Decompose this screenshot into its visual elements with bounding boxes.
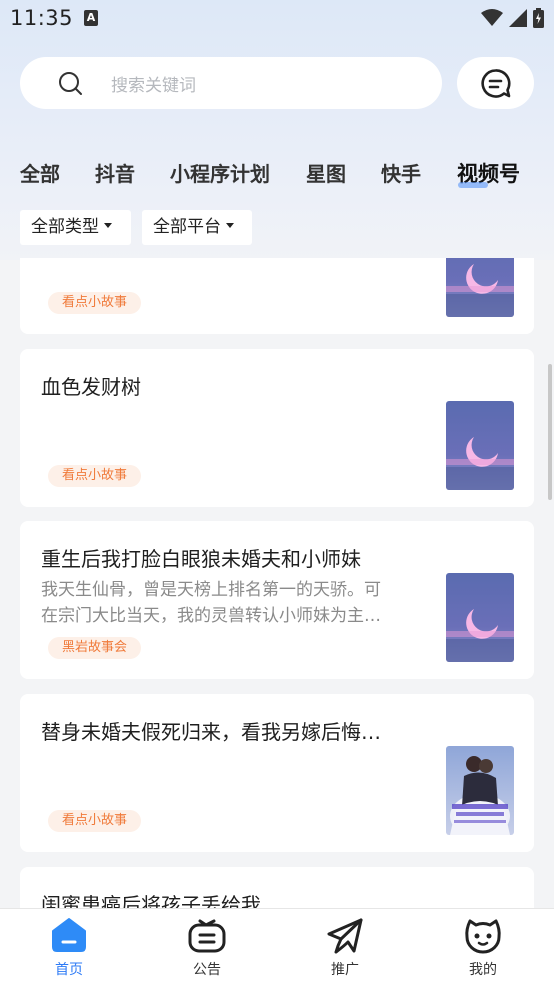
nav-home[interactable]: 首页: [0, 909, 138, 985]
profile-icon: [465, 919, 501, 954]
drama-list[interactable]: 看点小故事 血色发财树 看点小故事 重生后我打脸白眼狼未婚夫和小师妹 我天生仙骨…: [0, 258, 554, 908]
drama-title: 闺蜜患癌后将孩子丢给我: [41, 893, 261, 908]
type-filter-dropdown[interactable]: 全部类型: [20, 210, 131, 245]
drama-title: 重生后我打脸白眼狼未婚夫和小师妹: [41, 547, 361, 571]
list-item[interactable]: 看点小故事: [20, 258, 534, 334]
type-filter-label: 全部类型: [31, 217, 99, 237]
cover-image: [446, 573, 514, 662]
nav-announcement[interactable]: 公告: [138, 909, 276, 985]
search-placeholder: 搜索关键词: [111, 76, 196, 96]
caret-down-icon: [104, 222, 112, 228]
home-icon: [52, 918, 86, 952]
status-icons: [481, 8, 544, 28]
drama-title: 血色发财树: [41, 375, 141, 399]
status-bar: 11:35 A: [0, 0, 554, 38]
source-tag: 看点小故事: [48, 292, 142, 314]
source-tag: 看点小故事: [48, 810, 142, 832]
promote-icon: [327, 918, 363, 954]
search-input[interactable]: 搜索关键词: [20, 57, 442, 109]
nav-announcement-label: 公告: [193, 962, 221, 978]
battery-icon: [533, 8, 544, 28]
cover-image: [446, 258, 514, 317]
message-button[interactable]: [457, 57, 534, 109]
list-item[interactable]: 替身未婚夫假死归来，看我另嫁后悔… 看点小故事: [20, 694, 534, 852]
nav-promote[interactable]: 推广: [276, 909, 414, 985]
description-line: 我天生仙骨，曾是天榜上排名第一的天骄。可: [41, 580, 381, 600]
tab-mini-program[interactable]: 小程序计划: [170, 158, 270, 187]
platform-filter-label: 全部平台: [153, 217, 221, 237]
nav-promote-label: 推广: [331, 962, 359, 978]
bottom-navigation: 首页 公告 推广 我的: [0, 908, 554, 985]
nav-profile-label: 我的: [469, 962, 497, 978]
list-item[interactable]: 重生后我打脸白眼狼未婚夫和小师妹 我天生仙骨，曾是天榜上排名第一的天骄。可 在宗…: [20, 521, 534, 679]
scrollbar[interactable]: [548, 364, 552, 500]
list-item[interactable]: 闺蜜患癌后将孩子丢给我: [20, 867, 534, 908]
platform-filter-dropdown[interactable]: 全部平台: [142, 210, 252, 245]
drama-description: 我天生仙骨，曾是天榜上排名第一的天骄。可 在宗门大比当天，我的灵兽转认小师妹为主…: [41, 577, 413, 629]
tab-all[interactable]: 全部: [20, 158, 60, 187]
tab-xingtu[interactable]: 星图: [306, 158, 346, 187]
caret-down-icon: [226, 222, 234, 228]
announcement-icon: [188, 919, 226, 953]
cover-image: [446, 746, 514, 835]
description-line: 在宗门大比当天，我的灵兽转认小师妹为主…: [41, 606, 381, 626]
chat-bubble-icon: [481, 69, 511, 98]
cell-signal-icon: [509, 9, 527, 27]
source-tag: 看点小故事: [48, 465, 142, 487]
search-icon: [59, 72, 82, 95]
tab-kuaishou[interactable]: 快手: [381, 158, 421, 187]
drama-title: 替身未婚夫假死归来，看我另嫁后悔…: [41, 720, 381, 744]
tab-douyin[interactable]: 抖音: [95, 158, 135, 187]
list-item[interactable]: 血色发财树 看点小故事: [20, 349, 534, 507]
notification-app-icon: A: [84, 10, 98, 26]
cover-image: [446, 401, 514, 490]
active-tab-indicator: [458, 182, 488, 188]
nav-profile[interactable]: 我的: [414, 909, 552, 985]
source-tag: 黑岩故事会: [48, 637, 142, 659]
wifi-icon: [481, 9, 503, 26]
status-time: 11:35: [10, 6, 74, 30]
nav-home-label: 首页: [55, 962, 83, 978]
